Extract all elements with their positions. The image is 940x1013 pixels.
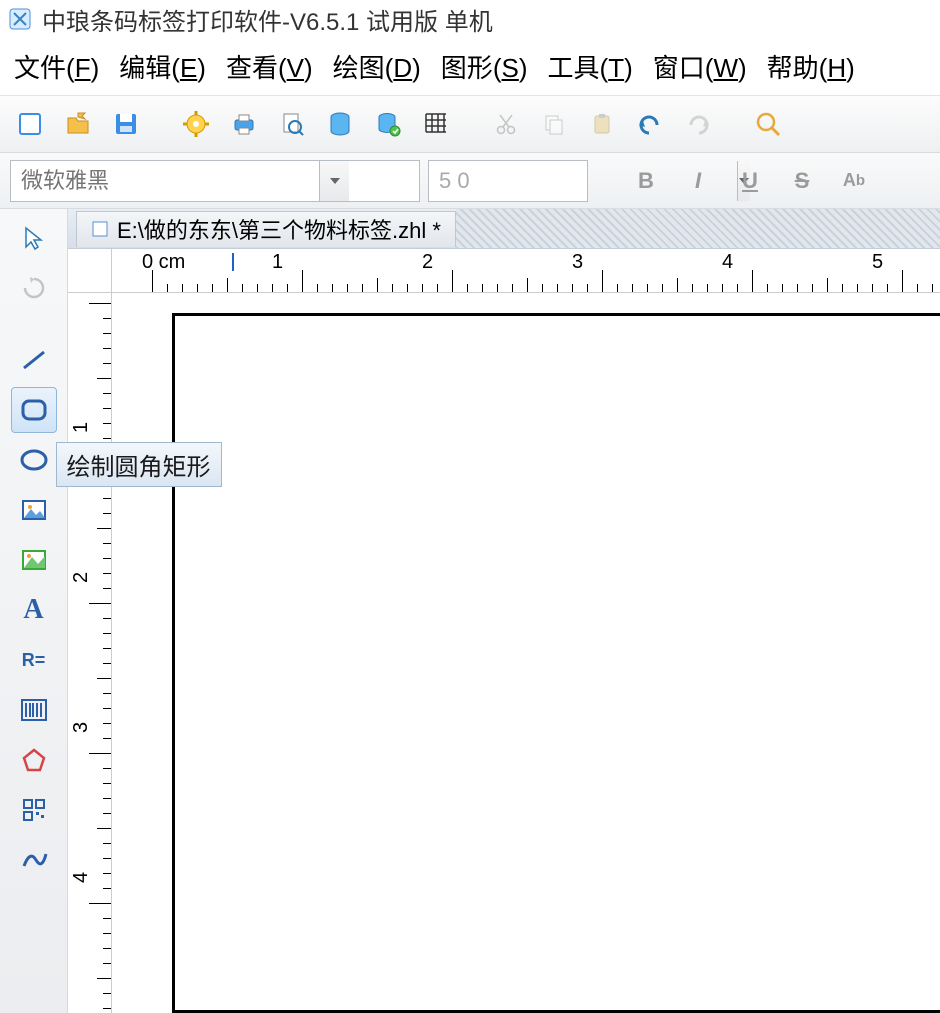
line-tool[interactable] xyxy=(11,337,57,383)
undo-button[interactable] xyxy=(630,104,670,144)
redo-button[interactable] xyxy=(678,104,718,144)
font-family-input[interactable] xyxy=(11,161,319,201)
qrcode-tool[interactable] xyxy=(11,787,57,833)
paste-button[interactable] xyxy=(582,104,622,144)
ruler-corner xyxy=(68,249,112,293)
text-tool[interactable]: A xyxy=(11,587,57,633)
window-title: 中琅条码标签打印软件-V6.5.1 试用版 单机 xyxy=(42,2,493,37)
menu-tools[interactable]: 工具(T) xyxy=(548,48,633,85)
h-guide-marker[interactable] xyxy=(232,253,234,271)
curve-tool[interactable] xyxy=(11,837,57,883)
menu-view[interactable]: 查看(V) xyxy=(226,48,313,85)
menu-window[interactable]: 窗口(W) xyxy=(653,48,747,85)
document-tab[interactable]: E:\做的东东\第三个物料标签.zhl * xyxy=(76,211,456,247)
font-family-dropdown-icon[interactable] xyxy=(319,161,349,201)
title-bar: 中琅条码标签打印软件-V6.5.1 试用版 单机 xyxy=(0,0,940,38)
italic-button[interactable]: I xyxy=(676,161,720,201)
bold-button[interactable]: B xyxy=(624,161,668,201)
font-toolbar: B I U S Ab xyxy=(0,153,940,209)
document-tab-bar: E:\做的东东\第三个物料标签.zhl * xyxy=(68,209,940,249)
menu-bar: 文件(F) 编辑(E) 查看(V) 绘图(D) 图形(S) 工具(T) 窗口(W… xyxy=(0,38,940,95)
settings-button[interactable] xyxy=(176,104,216,144)
document-icon xyxy=(91,220,109,238)
image-tool[interactable] xyxy=(11,487,57,533)
menu-edit[interactable]: 编辑(E) xyxy=(119,48,206,85)
print-button[interactable] xyxy=(224,104,264,144)
horizontal-ruler[interactable]: 0 cm 1 2 3 4 5 xyxy=(112,249,940,293)
canvas-host[interactable] xyxy=(112,293,940,1013)
grid-button[interactable] xyxy=(416,104,456,144)
database-refresh-button[interactable] xyxy=(368,104,408,144)
menu-draw[interactable]: 绘图(D) xyxy=(333,48,421,85)
tool-sidebar: 绘制圆角矩形 A R= xyxy=(0,209,68,1013)
richtext-tool[interactable]: R= xyxy=(11,637,57,683)
menu-file[interactable]: 文件(F) xyxy=(14,48,99,85)
preview-button[interactable] xyxy=(272,104,312,144)
cut-button[interactable] xyxy=(486,104,526,144)
picture-tool[interactable] xyxy=(11,537,57,583)
charformat-button[interactable]: Ab xyxy=(832,161,876,201)
strike-button[interactable]: S xyxy=(780,161,824,201)
work-area: 绘制圆角矩形 A R= E:\做的东东\第三个物料标签.zhl * 0 cm 1… xyxy=(0,209,940,1013)
polygon-tool[interactable] xyxy=(11,737,57,783)
vertical-ruler[interactable]: 1 2 3 4 5 xyxy=(68,293,112,1013)
barcode-tool[interactable] xyxy=(11,687,57,733)
copy-button[interactable] xyxy=(534,104,574,144)
document-path: E:\做的东东\第三个物料标签.zhl * xyxy=(117,213,441,245)
save-button[interactable] xyxy=(106,104,146,144)
new-button[interactable] xyxy=(10,104,50,144)
rounded-rect-tooltip: 绘制圆角矩形 xyxy=(56,442,222,487)
zoom-button[interactable] xyxy=(748,104,788,144)
rotate-tool[interactable] xyxy=(11,265,57,311)
menu-help[interactable]: 帮助(H) xyxy=(767,48,855,85)
underline-button[interactable]: U xyxy=(728,161,772,201)
select-tool[interactable] xyxy=(11,215,57,261)
database-button[interactable] xyxy=(320,104,360,144)
open-button[interactable] xyxy=(58,104,98,144)
font-size-combo[interactable] xyxy=(428,160,588,202)
menu-shape[interactable]: 图形(S) xyxy=(441,48,528,85)
ruler-unit-label: 0 cm xyxy=(142,251,185,274)
rounded-rect-tool[interactable] xyxy=(11,387,57,433)
tab-bar-hatch xyxy=(456,209,940,248)
main-toolbar xyxy=(0,95,940,153)
app-icon xyxy=(8,7,32,31)
canvas-panel: E:\做的东东\第三个物料标签.zhl * 0 cm 1 2 3 4 5 1 2… xyxy=(68,209,940,1013)
ellipse-tool[interactable]: 绘制圆角矩形 xyxy=(11,437,57,483)
font-family-combo[interactable] xyxy=(10,160,420,202)
label-page[interactable] xyxy=(172,313,940,1013)
